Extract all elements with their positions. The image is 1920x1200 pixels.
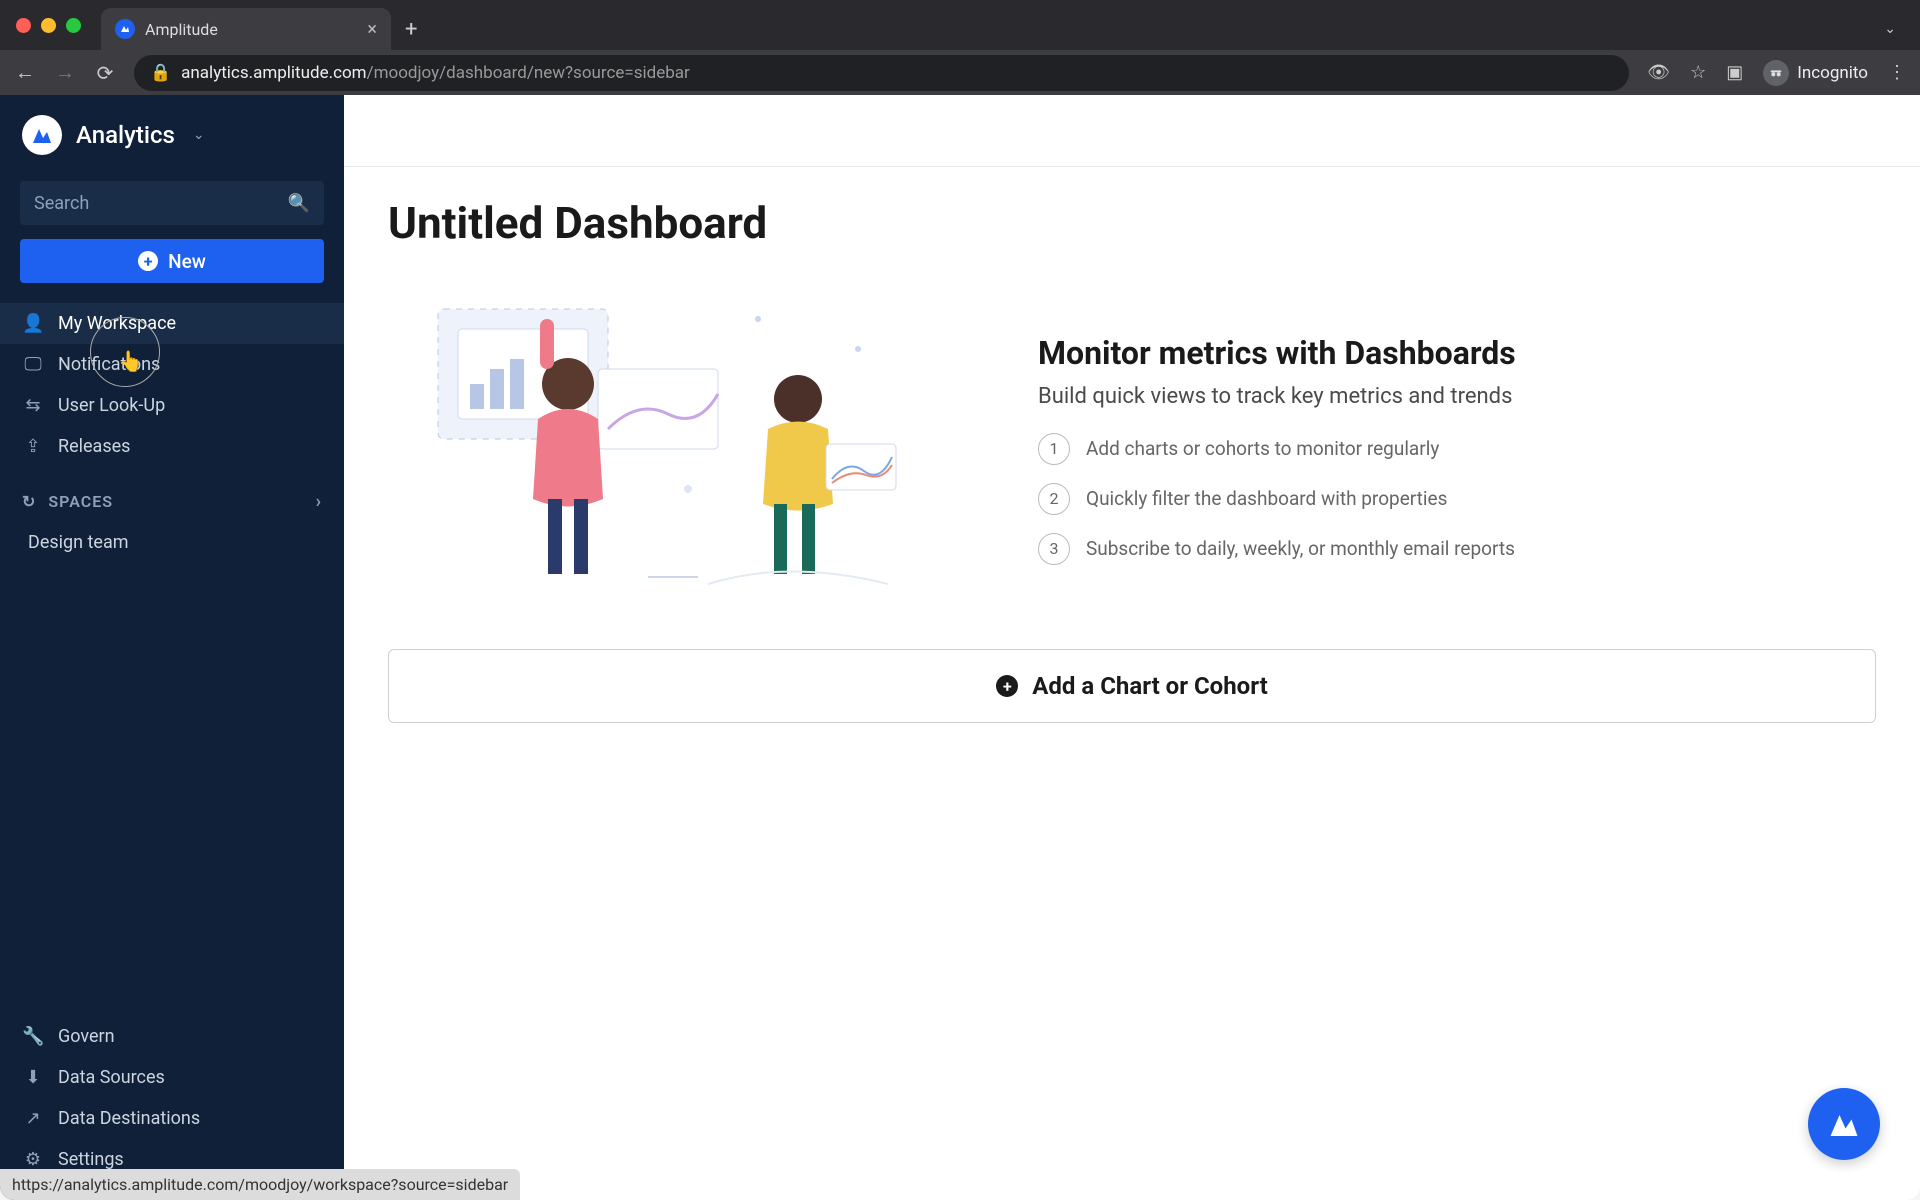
app-root: Analytics ⌄ 🔍 + New 👤 My Workspace 🖵 Not… <box>0 95 1920 1200</box>
nav-list: 👤 My Workspace 🖵 Notifications ⇆ User Lo… <box>0 299 344 471</box>
wrench-icon: 🔧 <box>22 1026 44 1047</box>
search-icon[interactable]: 🔍 <box>288 193 310 214</box>
gear-icon: ⚙ <box>22 1149 44 1170</box>
sidebar-item-notifications[interactable]: 🖵 Notifications <box>0 344 344 385</box>
step-text: Subscribe to daily, weekly, or monthly e… <box>1086 537 1515 560</box>
external-link-icon: ↗ <box>22 1108 44 1129</box>
step-number: 3 <box>1038 533 1070 565</box>
status-url: https://analytics.amplitude.com/moodjoy/… <box>12 1175 508 1194</box>
add-chart-label: Add a Chart or Cohort <box>1032 672 1267 700</box>
address-bar-row: ← → ⟳ 🔒 analytics.amplitude.com/moodjoy/… <box>0 50 1920 95</box>
hero-illustration <box>388 289 988 609</box>
plus-circle-icon: + <box>138 251 158 271</box>
help-fab[interactable] <box>1808 1088 1880 1160</box>
forward-button[interactable]: → <box>54 60 76 85</box>
sidebar-item-label: Data Destinations <box>58 1108 200 1129</box>
sidebar-item-label: Data Sources <box>58 1067 165 1088</box>
address-bar[interactable]: 🔒 analytics.amplitude.com/moodjoy/dashbo… <box>134 55 1629 91</box>
tab-close-icon[interactable]: × <box>367 19 377 40</box>
brand-logo <box>22 115 62 155</box>
step-item: 2 Quickly filter the dashboard with prop… <box>1038 483 1876 515</box>
new-button[interactable]: + New <box>20 239 324 283</box>
step-text: Add charts or cohorts to monitor regular… <box>1086 437 1439 460</box>
tab-title: Amplitude <box>145 20 218 39</box>
lock-icon: 🔒 <box>150 63 171 83</box>
step-number: 1 <box>1038 433 1070 465</box>
url-path: /moodjoy/dashboard/new?source=sidebar <box>367 63 690 83</box>
swap-icon: ⇆ <box>22 395 44 416</box>
eye-off-icon[interactable]: 👁 <box>1647 62 1670 83</box>
spaces-header-label: SPACES <box>48 492 113 511</box>
titlebar: Amplitude × + ⌄ <box>0 0 1920 50</box>
space-item-design-team[interactable]: Design team <box>0 522 344 563</box>
sidebar-item-user-lookup[interactable]: ⇆ User Look-Up <box>0 385 344 426</box>
browser-tab[interactable]: Amplitude × <box>101 8 391 50</box>
incognito-label: Incognito <box>1797 63 1868 83</box>
sidebar-item-label: My Workspace <box>58 313 176 334</box>
step-number: 2 <box>1038 483 1070 515</box>
add-chart-button[interactable]: + Add a Chart or Cohort <box>388 649 1876 723</box>
step-text: Quickly filter the dashboard with proper… <box>1086 487 1447 510</box>
sidebar: Analytics ⌄ 🔍 + New 👤 My Workspace 🖵 Not… <box>0 95 344 1200</box>
rocket-icon: ⇪ <box>22 436 44 457</box>
minimize-window-button[interactable] <box>41 18 56 33</box>
plus-circle-icon: + <box>996 675 1018 697</box>
page-title[interactable]: Untitled Dashboard <box>388 197 1876 249</box>
tab-favicon <box>115 19 135 39</box>
new-tab-button[interactable]: + <box>405 17 417 42</box>
sidebar-item-label: Notifications <box>58 354 160 375</box>
sidebar-item-data-sources[interactable]: ⬇ Data Sources <box>0 1057 344 1098</box>
spaces-header[interactable]: ↻ SPACES › <box>0 471 344 522</box>
hero-section: Monitor metrics with Dashboards Build qu… <box>388 279 1876 649</box>
sidebar-item-label: Govern <box>58 1026 115 1047</box>
tabs-overflow-icon[interactable]: ⌄ <box>1884 21 1904 37</box>
back-button[interactable]: ← <box>14 60 36 85</box>
search-box[interactable]: 🔍 <box>20 181 324 225</box>
main-content: Untitled Dashboard <box>344 95 1920 1200</box>
chevron-right-icon: › <box>316 491 322 512</box>
reload-button[interactable]: ⟳ <box>94 61 116 85</box>
window-controls <box>16 18 81 33</box>
sidebar-item-releases[interactable]: ⇪ Releases <box>0 426 344 467</box>
sidebar-item-label: Releases <box>58 436 130 457</box>
sidebar-item-govern[interactable]: 🔧 Govern <box>0 1016 344 1057</box>
space-item-label: Design team <box>28 532 129 553</box>
incognito-indicator[interactable]: Incognito <box>1763 60 1868 86</box>
download-icon: ⬇ <box>22 1067 44 1088</box>
incognito-icon <box>1763 60 1789 86</box>
brand-switcher[interactable]: Analytics ⌄ <box>0 95 344 175</box>
sidebar-item-my-workspace[interactable]: 👤 My Workspace <box>0 303 344 344</box>
sidebar-item-data-destinations[interactable]: ↗ Data Destinations <box>0 1098 344 1139</box>
hero-title: Monitor metrics with Dashboards <box>1038 334 1876 372</box>
brand-name: Analytics <box>76 121 175 149</box>
close-window-button[interactable] <box>16 18 31 33</box>
status-bar: https://analytics.amplitude.com/moodjoy/… <box>0 1169 520 1200</box>
bell-icon: 🖵 <box>22 354 44 375</box>
kebab-menu-icon[interactable]: ⋮ <box>1888 62 1906 83</box>
topbar <box>344 95 1920 167</box>
sidebar-item-label: Settings <box>58 1149 124 1170</box>
url-domain: analytics.amplitude.com <box>181 63 366 83</box>
search-input[interactable] <box>34 193 288 214</box>
toolbar-right: 👁 ☆ ▣ Incognito ⋮ <box>1647 60 1906 86</box>
hero-subtitle: Build quick views to track key metrics a… <box>1038 384 1876 409</box>
maximize-window-button[interactable] <box>66 18 81 33</box>
browser-chrome: Amplitude × + ⌄ ← → ⟳ 🔒 analytics.amplit… <box>0 0 1920 95</box>
new-button-label: New <box>168 250 206 273</box>
star-icon[interactable]: ☆ <box>1690 62 1706 83</box>
refresh-icon: ↻ <box>22 492 36 511</box>
steps-list: 1 Add charts or cohorts to monitor regul… <box>1038 433 1876 565</box>
panel-icon[interactable]: ▣ <box>1726 62 1743 83</box>
step-item: 1 Add charts or cohorts to monitor regul… <box>1038 433 1876 465</box>
step-item: 3 Subscribe to daily, weekly, or monthly… <box>1038 533 1876 565</box>
user-icon: 👤 <box>22 313 44 334</box>
hero-text: Monitor metrics with Dashboards Build qu… <box>1038 334 1876 565</box>
chevron-down-icon: ⌄ <box>193 127 205 143</box>
sidebar-item-label: User Look-Up <box>58 395 165 416</box>
